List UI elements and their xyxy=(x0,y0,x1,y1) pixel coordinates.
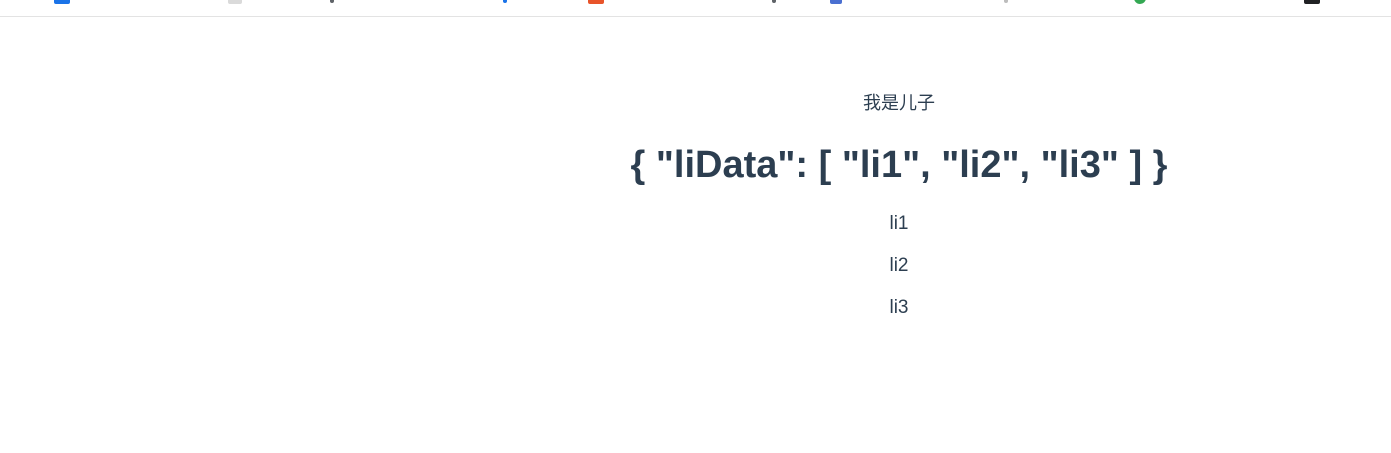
bookmark-favicon-icon[interactable] xyxy=(503,0,507,3)
li-list: li1 li2 li3 xyxy=(407,213,1391,339)
bookmark-favicon-icon[interactable] xyxy=(830,0,842,4)
list-item: li2 xyxy=(889,255,909,276)
list-item: li1 xyxy=(889,213,909,234)
json-heading: { "liData": [ "li1", "li2", "li3" ] } xyxy=(630,144,1168,186)
bookmark-favicon-icon[interactable] xyxy=(772,0,776,3)
bookmark-favicon-icon[interactable] xyxy=(1004,0,1008,3)
list-item: li3 xyxy=(889,297,909,318)
bookmark-favicon-icon[interactable] xyxy=(588,0,604,4)
bookmark-favicon-icon[interactable] xyxy=(54,0,70,4)
bookmark-favicon-icon[interactable] xyxy=(1134,0,1146,4)
page-content: 我是儿子 { "liData": [ "li1", "li2", "li3" ]… xyxy=(0,17,1391,453)
bookmark-favicon-icon[interactable] xyxy=(1304,0,1320,4)
bookmarks-bar xyxy=(0,0,1391,17)
son-label: 我是儿子 xyxy=(863,93,935,114)
bookmark-favicon-icon[interactable] xyxy=(228,0,242,4)
bookmark-favicon-icon[interactable] xyxy=(330,0,334,3)
